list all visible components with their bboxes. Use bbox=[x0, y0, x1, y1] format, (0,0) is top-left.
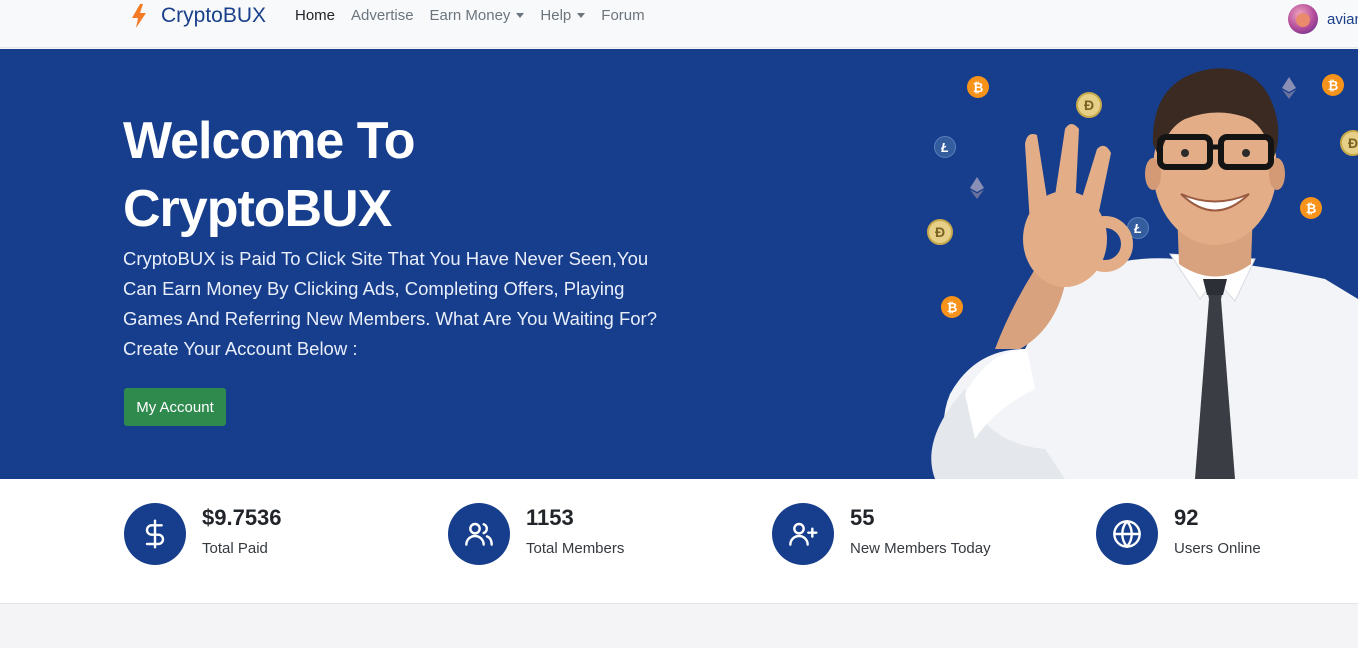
user-menu[interactable]: avian bbox=[1288, 4, 1358, 34]
users-icon bbox=[465, 522, 493, 546]
stat-body: 55 New Members Today bbox=[850, 503, 991, 557]
stat-label: Users Online bbox=[1174, 540, 1261, 557]
lightning-bolt-icon bbox=[132, 4, 146, 28]
stat-value: 1153 bbox=[526, 505, 574, 530]
stats-bar: $9.7536 Total Paid 1153 Total Members 55… bbox=[0, 479, 1358, 604]
nav-links: Home Advertise Earn Money Help Forum bbox=[295, 7, 661, 24]
hero-title-line-2: CryptoBUX bbox=[123, 180, 392, 238]
nav-dropdown-earn-money[interactable]: Earn Money bbox=[430, 7, 525, 24]
stat-body: $9.7536 Total Paid bbox=[202, 503, 282, 557]
nav-link-forum[interactable]: Forum bbox=[601, 7, 644, 24]
hero-description: CryptoBUX is Paid To Click Site That You… bbox=[123, 248, 657, 359]
caret-down-icon bbox=[577, 13, 586, 18]
caret-down-icon bbox=[516, 13, 525, 18]
user-name[interactable]: avian bbox=[1327, 11, 1358, 28]
smiling-man-image bbox=[931, 68, 1358, 479]
hero-section: Welcome To CryptoBUX CryptoBUX is Paid T… bbox=[0, 49, 1358, 479]
stat-value: 92 bbox=[1174, 505, 1199, 530]
globe-icon bbox=[1113, 520, 1141, 548]
stat-icon-circle bbox=[124, 503, 186, 565]
user-plus-icon bbox=[789, 522, 818, 546]
stat-label: New Members Today bbox=[850, 540, 991, 557]
stat-total-members: 1153 Total Members bbox=[448, 503, 624, 565]
stat-body: 92 Users Online bbox=[1174, 503, 1261, 557]
stat-total-paid: $9.7536 Total Paid bbox=[124, 503, 282, 565]
hero-title: Welcome To CryptoBUX bbox=[123, 107, 583, 243]
hero-title-line-1: Welcome To bbox=[123, 112, 415, 170]
stat-users-online: 92 Users Online bbox=[1096, 503, 1261, 565]
navbar: CryptoBUX Home Advertise Earn Money Help… bbox=[0, 0, 1358, 48]
stat-icon-circle bbox=[772, 503, 834, 565]
stat-body: 1153 Total Members bbox=[526, 503, 624, 557]
nav-dropdown-help[interactable]: Help bbox=[540, 7, 586, 24]
avatar[interactable] bbox=[1288, 4, 1318, 34]
dollar-icon bbox=[145, 519, 165, 549]
stat-new-members-today: 55 New Members Today bbox=[772, 503, 991, 565]
nav-dropdown-help-label: Help bbox=[540, 7, 572, 24]
nav-dropdown-earn-money-label: Earn Money bbox=[429, 7, 511, 24]
brand-name: CryptoBUX bbox=[161, 4, 267, 27]
stat-value: 55 bbox=[850, 505, 875, 530]
my-account-button[interactable]: My Account bbox=[124, 388, 226, 426]
stat-label: Total Members bbox=[526, 540, 625, 557]
stat-value: $9.7536 bbox=[202, 505, 282, 530]
nav-link-home[interactable]: Home bbox=[295, 7, 335, 24]
brand[interactable]: CryptoBUX bbox=[130, 0, 266, 32]
nav-link-advertise[interactable]: Advertise bbox=[351, 7, 414, 24]
stat-icon-circle bbox=[1096, 503, 1158, 565]
stat-label: Total Paid bbox=[202, 540, 268, 557]
stat-icon-circle bbox=[448, 503, 510, 565]
